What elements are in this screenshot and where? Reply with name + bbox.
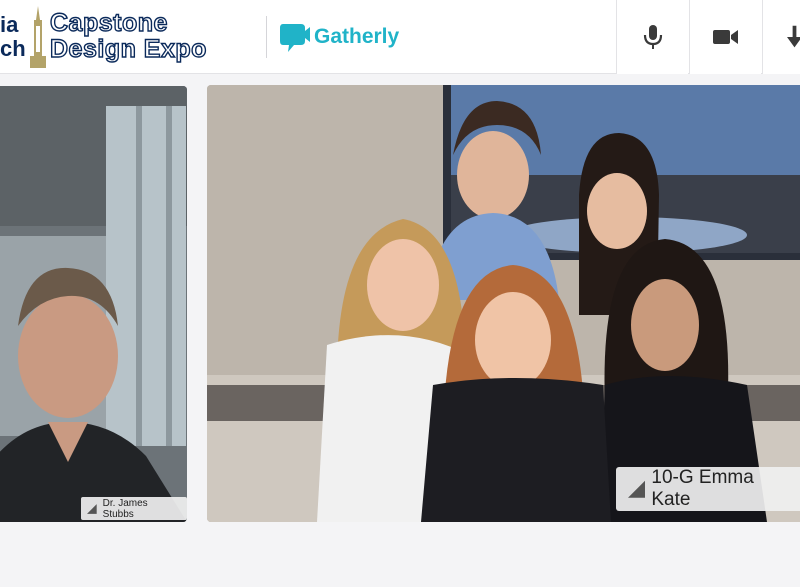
top-bar: ia ch Capstone Design Expo Gatherly bbox=[0, 0, 800, 74]
down-arrow-icon bbox=[787, 25, 800, 48]
institution-logo-line2: ch bbox=[0, 36, 26, 61]
video-camera-icon bbox=[712, 30, 738, 44]
institution-logo: ia ch bbox=[0, 6, 50, 68]
participant-nametag: 10-G Emma Kate bbox=[616, 467, 800, 511]
microphone-button[interactable] bbox=[616, 0, 688, 74]
event-title-line2: Design Expo bbox=[49, 35, 207, 63]
signal-strength-icon bbox=[87, 503, 97, 514]
institution-logo-line1: ia bbox=[0, 12, 19, 37]
event-title: Capstone Design Expo bbox=[49, 9, 260, 63]
platform-name: Gatherly bbox=[314, 25, 400, 48]
participant-name: 10-G Emma Kate bbox=[651, 467, 754, 510]
camera-button[interactable] bbox=[689, 0, 761, 74]
participant-video-tile[interactable]: 10-G Emma Kate bbox=[207, 85, 800, 522]
signal-strength-icon bbox=[628, 480, 646, 498]
participant-name: Dr. James Stubbs bbox=[102, 497, 148, 520]
header-divider bbox=[266, 16, 267, 58]
gatherly-logo-icon bbox=[280, 24, 310, 52]
event-title-line1: Capstone bbox=[49, 9, 168, 37]
participant-video-feed bbox=[207, 85, 800, 522]
tech-tower-icon bbox=[30, 6, 46, 68]
microphone-icon bbox=[643, 25, 662, 49]
participant-video-feed bbox=[0, 86, 187, 522]
download-button[interactable] bbox=[762, 0, 800, 74]
participant-nametag: Dr. James Stubbs bbox=[81, 497, 187, 520]
participant-video-tile[interactable]: Dr. James Stubbs bbox=[0, 86, 187, 522]
platform-logo[interactable]: Gatherly bbox=[280, 20, 399, 54]
